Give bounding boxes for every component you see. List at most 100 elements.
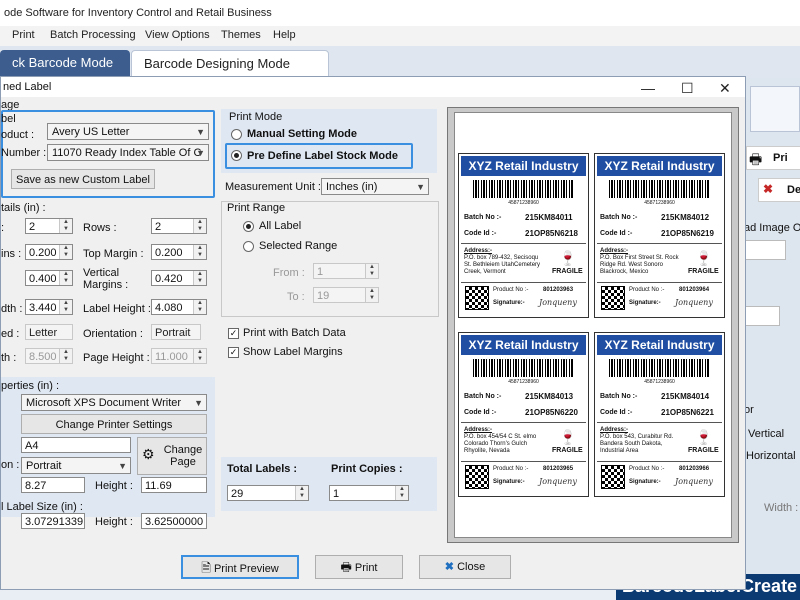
product-value: 801203964	[679, 287, 710, 293]
menu-help[interactable]: Help	[273, 29, 296, 41]
save-custom-label-button[interactable]: Save as new Custom Label	[11, 169, 155, 189]
rows-input[interactable]: 2 ▲ ▼	[151, 218, 207, 234]
printer-icon: 🖶	[340, 560, 352, 574]
change-page-button[interactable]: ⚙ Change Page	[137, 437, 207, 475]
divider	[461, 282, 586, 283]
code-value: 21OP85N6220	[525, 408, 578, 417]
show-margins-checkbox[interactable]: ✓	[228, 347, 239, 358]
predefine-mode-radio[interactable]	[231, 150, 242, 161]
manual-mode-radio[interactable]	[231, 129, 242, 140]
delete-toolbar-button[interactable]: ✖ De	[758, 178, 800, 202]
address-block: Address:- P.O. box 789-432, Secisoqu St. …	[464, 248, 541, 275]
label-width-input[interactable]: 3.440 ▲ ▼	[25, 299, 73, 315]
qr-code-image	[601, 465, 625, 489]
all-label-radio[interactable]	[243, 221, 254, 232]
code-value: 21OP85N6218	[525, 229, 578, 238]
right-input[interactable]	[744, 306, 780, 326]
signature-label: Signature:-	[629, 479, 661, 485]
columns-input[interactable]: 2 ▲ ▼	[25, 218, 73, 234]
product-value: 801203963	[543, 287, 574, 293]
measurement-unit-select[interactable]: Inches (in) ▼	[321, 178, 429, 195]
signature-label: Signature:-	[493, 300, 525, 306]
barcode-image	[609, 180, 709, 198]
close-x-icon: ✖	[444, 561, 455, 573]
vertical-margins-input[interactable]: 0.420 ▲ ▼	[151, 270, 207, 286]
paper-name-input[interactable]: A4	[21, 437, 131, 453]
printer-orientation-select[interactable]: Portrait ▼	[21, 457, 131, 474]
divider	[461, 422, 586, 423]
chevron-down-icon: ▼	[196, 148, 205, 158]
total-labels-input[interactable]: 29 ▲ ▼	[227, 485, 309, 501]
batch-value: 215KM84013	[525, 392, 574, 401]
card-title: XYZ Retail Industry	[597, 156, 722, 176]
label-height-input[interactable]: 4.080 ▲ ▼	[151, 299, 207, 315]
barcode-number: 45871238960	[508, 200, 539, 206]
barcode-image	[473, 359, 573, 377]
tab-quick-barcode-mode[interactable]: ck Barcode Mode	[0, 50, 130, 76]
image-option-select[interactable]	[744, 240, 786, 260]
code-value: 21OP85N6221	[661, 408, 714, 417]
chevron-down-icon: ▼	[194, 398, 203, 408]
minimize-icon[interactable]: —	[641, 80, 655, 96]
horizontal-gap-input[interactable]: 0.400 ▲ ▼	[25, 270, 73, 286]
paper-size-field: Letter	[25, 324, 73, 340]
page-width-input: 8.500 ▲ ▼	[25, 348, 73, 364]
product-label: Product No :-	[493, 287, 529, 293]
address-block: Address:- P.O. box 543, Curabitur Rd. Ban…	[600, 427, 674, 454]
product-select[interactable]: Avery US Letter ▼	[47, 123, 209, 140]
code-label: Code Id :-	[600, 409, 633, 416]
title-bar: ode Software for Inventory Control and R…	[0, 0, 800, 26]
tab-barcode-designing-mode[interactable]: Barcode Designing Mode	[131, 50, 329, 78]
label-size-height-input[interactable]: 3.62500000	[141, 513, 207, 529]
product-value: 801203965	[543, 466, 574, 472]
window-title: ode Software for Inventory Control and R…	[4, 7, 272, 19]
print-toolbar-button[interactable]: 🖶 Pri	[746, 146, 800, 170]
range-to-input: 19 ▲ ▼	[313, 287, 379, 303]
menu-print[interactable]: Print	[12, 29, 35, 41]
batch-value: 215KM84011	[525, 213, 573, 222]
barcode-image	[473, 180, 573, 198]
batch-label: Batch No :-	[464, 393, 502, 400]
label-size-width-input[interactable]: 3.07291339	[21, 513, 85, 529]
product-number-select[interactable]: 11070 Ready Index Table Of C ▼	[47, 144, 209, 161]
menu-batch-processing[interactable]: Batch Processing	[50, 29, 136, 41]
label-card: XYZ Retail Industry 45871238960 Batch No :…	[458, 332, 589, 497]
product-label: Product No :-	[629, 287, 665, 293]
label-card: XYZ Retail Industry 45871238960 Batch No :…	[458, 153, 589, 318]
left-margin-input[interactable]: 0.200 ▲ ▼	[25, 244, 73, 260]
qr-code-image	[465, 465, 489, 489]
signature-value: Jonqueny	[675, 477, 713, 486]
top-margin-input[interactable]: 0.200 ▲ ▼	[151, 244, 207, 260]
dialog-title: ned Label	[3, 81, 52, 93]
menu-themes[interactable]: Themes	[221, 29, 261, 41]
toolbar-image-icon[interactable]	[750, 86, 800, 132]
print-preview-button[interactable]: 🗎 Print Preview	[181, 555, 299, 579]
fragile-glass-icon: 🍷	[559, 429, 577, 445]
batch-value: 215KM84012	[661, 213, 710, 222]
menu-view-options[interactable]: View Options	[145, 29, 210, 41]
barcode-number: 45871238960	[644, 379, 675, 385]
change-printer-settings-button[interactable]: Change Printer Settings	[21, 414, 207, 434]
page-height-input: 11.000 ▲ ▼	[151, 348, 207, 364]
close-button[interactable]: ✖ Close	[419, 555, 511, 579]
barcode-number: 45871238960	[508, 379, 539, 385]
print-button[interactable]: 🖶 Print	[315, 555, 403, 579]
fragile-text: FRAGILE	[688, 268, 719, 275]
printer-page-width-input[interactable]: 8.27	[21, 477, 85, 493]
printer-select[interactable]: Microsoft XPS Document Writer ▼	[21, 394, 207, 411]
chevron-down-icon: ▼	[416, 182, 425, 192]
preview-icon: 🗎	[201, 561, 211, 575]
signature-label: Signature:-	[629, 300, 661, 306]
maximize-icon[interactable]: ☐	[681, 80, 694, 97]
address-block: Address:- P.O. box 454/54 C St. elmo Colo…	[464, 427, 537, 454]
fragile-text: FRAGILE	[688, 447, 719, 454]
fragile-glass-icon: 🍷	[695, 429, 713, 445]
printer-page-height-input[interactable]: 11.69	[141, 477, 207, 493]
cols-label: :	[1, 222, 5, 234]
print-copies-input[interactable]: 1 ▲ ▼	[329, 485, 409, 501]
print-batch-checkbox[interactable]: ✓	[228, 328, 239, 339]
dialog-title-bar: ned Label — ☐ ✕	[1, 77, 745, 97]
code-label: Code Id :-	[464, 230, 497, 237]
selected-range-radio[interactable]	[243, 241, 254, 252]
close-icon[interactable]: ✕	[719, 80, 731, 97]
